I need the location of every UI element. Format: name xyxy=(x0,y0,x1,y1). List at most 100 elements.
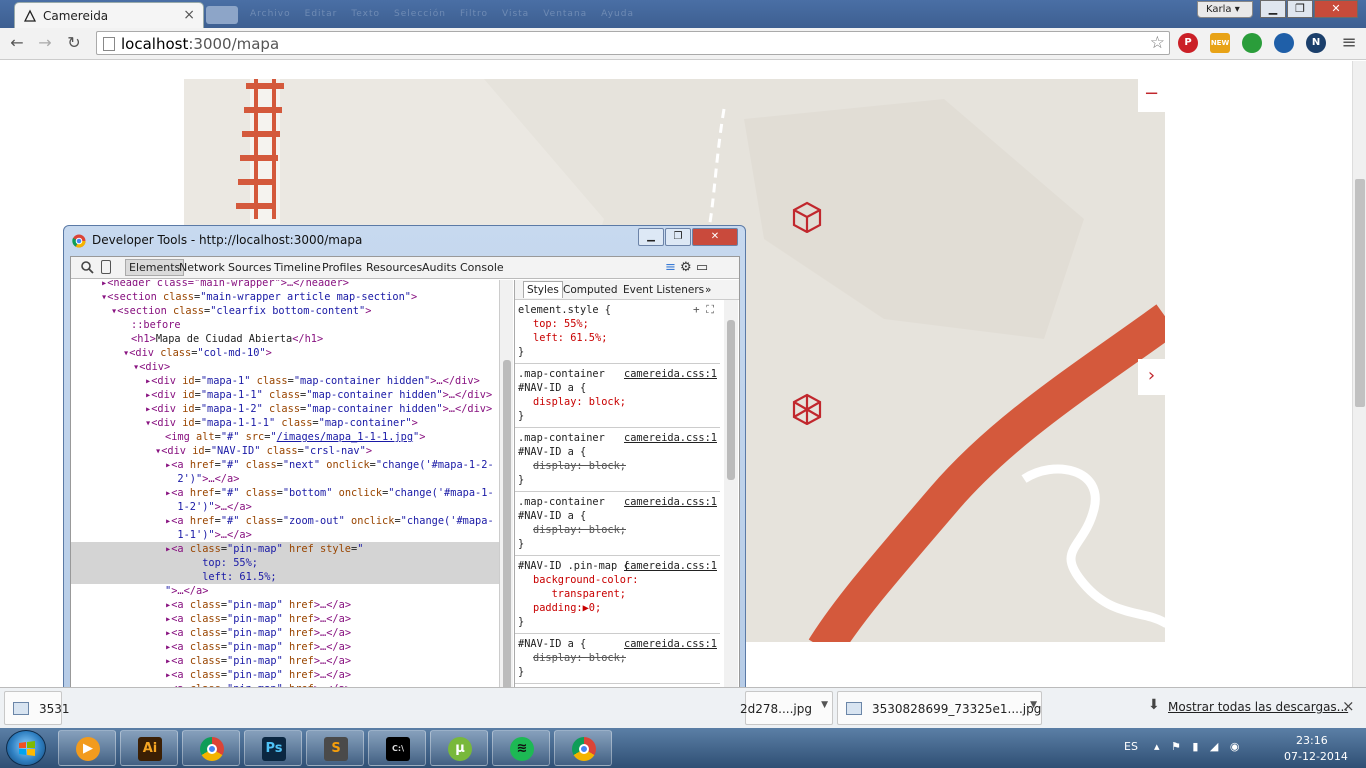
dom-line[interactable]: ">…</a> xyxy=(165,584,208,598)
devtools-tab-profiles[interactable]: Profiles xyxy=(322,261,362,274)
taskbar-app-button[interactable]: S xyxy=(306,730,364,766)
css-source-link[interactable]: camereida.css:1 xyxy=(624,638,717,650)
taskbar-app-button[interactable]: C:\ xyxy=(368,730,426,766)
css-declaration[interactable]: left: 61.5%; xyxy=(533,332,607,346)
dom-line[interactable]: <img alt="#" src="/images/mapa_1-1-1.jpg… xyxy=(165,430,425,444)
devtools-tab-audits[interactable]: Audits xyxy=(422,261,457,274)
css-declaration[interactable]: padding:▶0; xyxy=(533,602,601,616)
devtools-tab-sources[interactable]: Sources xyxy=(228,261,272,274)
dom-line[interactable]: ▾<div class="col-md-10"> xyxy=(123,346,272,360)
download-item[interactable]: 3530828699_73325e1....jpg ▼ xyxy=(837,691,1042,725)
dom-scroll-thumb[interactable] xyxy=(503,360,511,730)
css-source-link[interactable]: camereida.css:1 xyxy=(624,368,717,380)
dom-line[interactable]: ▸<a class="pin-map" href>…</a> xyxy=(165,640,351,654)
device-mode-icon[interactable] xyxy=(101,260,111,274)
css-declaration[interactable]: display: block; xyxy=(533,652,626,666)
camera-icon[interactable] xyxy=(1274,33,1294,53)
css-rule[interactable]: element.style {top: 55%; left: 61.5%;} + ⛶ xyxy=(515,302,720,364)
dom-line[interactable]: ▸<a class="pin-map" href>…</a> xyxy=(165,612,351,626)
next-map-button[interactable]: › xyxy=(1138,359,1165,395)
css-declaration[interactable]: transparent; xyxy=(533,588,626,602)
elements-dom-tree[interactable]: ▸<header class="main-wrapper">…</header>… xyxy=(71,280,499,732)
system-tray-icons[interactable]: ▴ ⚑ ▮ ◢ ◉ xyxy=(1154,740,1243,753)
devtools-tab-network[interactable]: Network xyxy=(179,261,225,274)
css-declaration[interactable]: background-color: xyxy=(533,574,638,588)
styles-tab-styles[interactable]: Styles xyxy=(523,281,563,298)
css-declaration[interactable]: display: block; xyxy=(533,524,626,538)
dom-line[interactable]: ▾<section class="main-wrapper article ma… xyxy=(101,290,417,304)
devtools-tab-timeline[interactable]: Timeline xyxy=(274,261,321,274)
dom-line[interactable]: ▾<section class="clearfix bottom-content… xyxy=(111,304,371,318)
address-bar[interactable]: localhost:3000/mapa ☆ xyxy=(96,31,1170,55)
devtools-tab-elements[interactable]: Elements xyxy=(125,259,185,276)
download-item[interactable]: 2d278....jpg ▼ xyxy=(740,691,833,725)
devtools-tab-console[interactable]: Console xyxy=(460,261,504,274)
devtools-maximize-button[interactable]: ❐ xyxy=(665,228,691,246)
taskbar-app-button[interactable]: ≋ xyxy=(492,730,550,766)
css-declaration[interactable]: display: block; xyxy=(533,460,626,474)
dom-line[interactable]: ▸<a href="#" class="zoom-out" onclick="c… xyxy=(165,514,494,528)
new-tab-button[interactable] xyxy=(206,6,238,24)
styles-tab-event-listeners[interactable]: Event Listeners xyxy=(623,284,704,296)
dom-line[interactable]: ▸<a class="pin-map" href>…</a> xyxy=(165,626,351,640)
dom-line[interactable]: 1-1')">…</a> xyxy=(165,528,251,542)
styles-scrollbar[interactable] xyxy=(724,300,738,732)
taskbar-app-button[interactable]: µ xyxy=(430,730,488,766)
taskbar-app-button[interactable]: ▶ xyxy=(58,730,116,766)
css-declaration[interactable]: top: 55%; xyxy=(533,318,589,332)
back-arrow-icon[interactable]: ← xyxy=(6,32,28,54)
dom-scrollbar[interactable] xyxy=(499,280,513,732)
dom-line[interactable]: ▸<header class="main-wrapper">…</header> xyxy=(101,280,349,290)
tab-camereida[interactable]: Camereida × xyxy=(14,2,204,28)
css-rule[interactable]: .map-container camereida.css:1 #NAV-ID a {… xyxy=(515,366,720,428)
devtools-minimize-button[interactable]: ▁ xyxy=(638,228,664,246)
dom-line[interactable]: ▸<a class="pin-map" href>…</a> xyxy=(165,654,351,668)
dom-line[interactable]: ▸<a href="#" class="bottom" onclick="cha… xyxy=(165,486,494,500)
window-minimize-button[interactable]: ▁ xyxy=(1260,0,1286,18)
dom-line[interactable]: ▸<a class="pin-map" href>…</a> xyxy=(165,668,351,682)
taskbar-app-button[interactable]: Ps xyxy=(244,730,302,766)
devtools-close-button[interactable]: ✕ xyxy=(692,228,738,246)
styles-scroll-thumb[interactable] xyxy=(727,320,735,480)
clock-date[interactable]: 07-12-2014 xyxy=(1284,750,1348,763)
dom-line[interactable]: ▾<div id="NAV-ID" class="crsl-nav"> xyxy=(155,444,372,458)
download-item[interactable]: 3531 xyxy=(4,691,70,725)
css-rule[interactable]: #NAV-ID .pin-map {camereida.css:1 backgro… xyxy=(515,558,720,634)
taskbar-app-button[interactable]: Ai xyxy=(120,730,178,766)
styles-tab-computed[interactable]: Computed xyxy=(563,284,618,296)
notion-n-icon[interactable]: N xyxy=(1306,33,1326,53)
dom-line-selected[interactable]: ▸<a class="pin-map" href style=" top: 55… xyxy=(71,542,499,584)
styles-tab-more[interactable]: » xyxy=(705,284,711,296)
dom-line[interactable]: ▸<div id="mapa-1-1" class="map-container… xyxy=(145,388,492,402)
profile-button[interactable]: Karla ▾ xyxy=(1197,1,1253,18)
show-drawer-icon[interactable]: ≡ xyxy=(665,260,676,275)
css-rule[interactable]: .map-container camereida.css:1 #NAV-ID a {… xyxy=(515,494,720,556)
downloads-close-icon[interactable]: × xyxy=(1342,697,1355,715)
window-maximize-button[interactable]: ❐ xyxy=(1287,0,1313,18)
css-rule[interactable]: #NAV-ID a {camereida.css:1 display: block… xyxy=(515,636,720,684)
dom-line[interactable]: <h1>Mapa de Ciudad Abierta</h1> xyxy=(131,332,323,346)
dock-icon[interactable]: ▭ xyxy=(696,260,708,275)
tab-close-icon[interactable]: × xyxy=(183,7,195,23)
zoom-out-button[interactable]: − xyxy=(1138,79,1165,112)
window-close-button[interactable]: ✕ xyxy=(1314,0,1358,18)
page-scrollbar[interactable] xyxy=(1352,61,1366,687)
clock-time[interactable]: 23:16 xyxy=(1296,734,1328,747)
dom-line[interactable]: ▸<div id="mapa-1-2" class="map-container… xyxy=(145,402,492,416)
dom-line[interactable]: ▸<a href="#" class="next" onclick="chang… xyxy=(165,458,494,472)
start-button[interactable] xyxy=(6,730,46,766)
chrome-menu-icon[interactable]: ≡ xyxy=(1338,32,1360,54)
dom-line[interactable]: ▾<div id="mapa-1-1-1" class="map-contain… xyxy=(145,416,418,430)
taskbar-app-button[interactable] xyxy=(182,730,240,766)
settings-gear-icon[interactable]: ⚙ xyxy=(680,260,692,275)
css-source-link[interactable]: camereida.css:1 xyxy=(624,496,717,508)
dom-line[interactable]: ▸<a class="pin-map" href>…</a> xyxy=(165,598,351,612)
new-badge-icon[interactable]: NEW xyxy=(1210,33,1230,53)
bookmark-star-icon[interactable]: ☆ xyxy=(1150,33,1165,53)
dom-line[interactable]: ::before xyxy=(131,318,181,332)
pinterest-icon[interactable]: P xyxy=(1178,33,1198,53)
css-rule[interactable]: .map-container camereida.css:1 #NAV-ID a {… xyxy=(515,430,720,492)
page-scroll-thumb[interactable] xyxy=(1355,179,1365,407)
chevron-down-icon[interactable]: ▼ xyxy=(1030,700,1037,710)
inspect-search-icon[interactable] xyxy=(80,260,94,274)
